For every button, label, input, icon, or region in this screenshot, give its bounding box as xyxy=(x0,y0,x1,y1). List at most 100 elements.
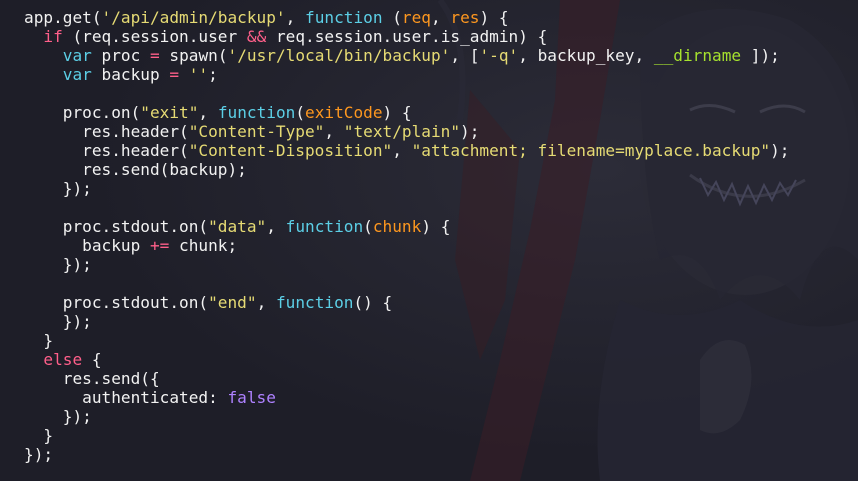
code-text: proc.stdout.on( xyxy=(24,217,209,236)
code-text: () { xyxy=(353,293,393,312)
code-line: var backup = ''; xyxy=(24,65,790,84)
parameter-token: res xyxy=(450,8,480,27)
code-line: }); xyxy=(24,407,790,426)
code-line: } xyxy=(24,331,790,350)
code-text: ]); xyxy=(741,46,780,65)
code-text: }); xyxy=(24,407,92,426)
code-text: }); xyxy=(24,179,92,198)
code-line: }); xyxy=(24,445,790,464)
code-text: , xyxy=(324,122,344,141)
code-line: res.send({ xyxy=(24,369,790,388)
code-text: ( xyxy=(363,217,373,236)
code-text: res.header( xyxy=(24,122,189,141)
string-token: "Content-Type" xyxy=(188,122,325,141)
code-text: }); xyxy=(24,255,92,274)
string-token: '/usr/local/bin/backup' xyxy=(227,46,451,65)
keyword-token: if xyxy=(43,27,63,46)
code-line: proc.on("exit", function(exitCode) { xyxy=(24,103,790,122)
operator-token: += xyxy=(149,236,170,255)
code-text: res.send({ xyxy=(24,369,160,388)
code-text: , [ xyxy=(450,46,480,65)
function-token: function xyxy=(305,8,383,27)
function-token: var xyxy=(62,65,92,84)
code-text: }); xyxy=(24,445,54,464)
string-token: "attachment; filename=myplace.backup" xyxy=(411,141,771,160)
code-line: }); xyxy=(24,312,790,331)
code-text: ) { xyxy=(479,8,509,27)
code-line: app.get('/api/admin/backup', function (r… xyxy=(24,8,790,27)
code-line: res.header("Content-Disposition", "attac… xyxy=(24,141,790,160)
code-text: ; xyxy=(208,65,218,84)
code-text: ) { xyxy=(421,217,451,236)
code-text: res.header( xyxy=(24,141,189,160)
code-line: proc.stdout.on("end", function() { xyxy=(24,293,790,312)
code-text: , xyxy=(392,141,412,160)
code-text: res.send(backup); xyxy=(24,160,247,179)
code-text: , xyxy=(266,217,286,236)
code-text: ); xyxy=(770,141,790,160)
global-token: __dirname xyxy=(653,46,742,65)
code-text: , backup_key, xyxy=(518,46,654,65)
boolean-token: false xyxy=(227,388,276,407)
function-token: var xyxy=(62,46,92,65)
code-line: if (req.session.user && req.session.user… xyxy=(24,27,790,46)
string-token: "Content-Disposition" xyxy=(188,141,393,160)
code-text: req.session.user.is_admin) { xyxy=(266,27,548,46)
code-text: backup xyxy=(91,65,170,84)
code-line: proc.stdout.on("data", function(chunk) { xyxy=(24,217,790,236)
code-text: authenticated: xyxy=(24,388,228,407)
code-text: chunk; xyxy=(169,236,238,255)
code-text: ( xyxy=(295,103,306,122)
string-token: "exit" xyxy=(140,103,199,122)
code-line: var proc = spawn('/usr/local/bin/backup'… xyxy=(24,46,790,65)
code-text: }); xyxy=(24,312,92,331)
code-line: backup += chunk; xyxy=(24,236,790,255)
function-token: function xyxy=(275,293,354,312)
code-line: authenticated: false xyxy=(24,388,790,407)
code-text: , xyxy=(198,103,218,122)
code-text: proc.on( xyxy=(24,103,141,122)
code-editor[interactable]: app.get('/api/admin/backup', function (r… xyxy=(24,8,790,464)
code-text: app.get( xyxy=(24,8,102,27)
operator-token: && xyxy=(246,27,267,46)
code-text: backup xyxy=(24,236,150,255)
code-text: } xyxy=(24,426,54,445)
string-token: '-q' xyxy=(479,46,519,65)
string-token: '/api/admin/backup' xyxy=(101,8,286,27)
code-line: }); xyxy=(24,179,790,198)
code-line: } xyxy=(24,426,790,445)
code-text: , xyxy=(256,293,276,312)
code-text: proc.stdout.on( xyxy=(24,293,209,312)
code-text: spawn( xyxy=(159,46,228,65)
string-token: '' xyxy=(188,65,209,84)
code-text: (req.session.user xyxy=(62,27,247,46)
operator-token: = xyxy=(169,65,180,84)
string-token: "end" xyxy=(208,293,257,312)
parameter-token: chunk xyxy=(372,217,422,236)
code-text: } xyxy=(24,331,54,350)
code-text: proc xyxy=(91,46,150,65)
operator-token: = xyxy=(149,46,160,65)
function-token: function xyxy=(285,217,364,236)
parameter-token: req xyxy=(401,8,431,27)
code-text: , xyxy=(285,8,306,27)
parameter-token: exitCode xyxy=(305,103,383,122)
code-line: }); xyxy=(24,255,790,274)
code-line: res.header("Content-Type", "text/plain")… xyxy=(24,122,790,141)
code-text: , xyxy=(431,8,451,27)
string-token: "data" xyxy=(208,217,267,236)
code-line: else { xyxy=(24,350,790,369)
string-token: "text/plain" xyxy=(343,122,461,141)
code-text: ); xyxy=(460,122,480,141)
keyword-token: else xyxy=(43,350,83,369)
code-text: { xyxy=(82,350,102,369)
code-line: res.send(backup); xyxy=(24,160,790,179)
